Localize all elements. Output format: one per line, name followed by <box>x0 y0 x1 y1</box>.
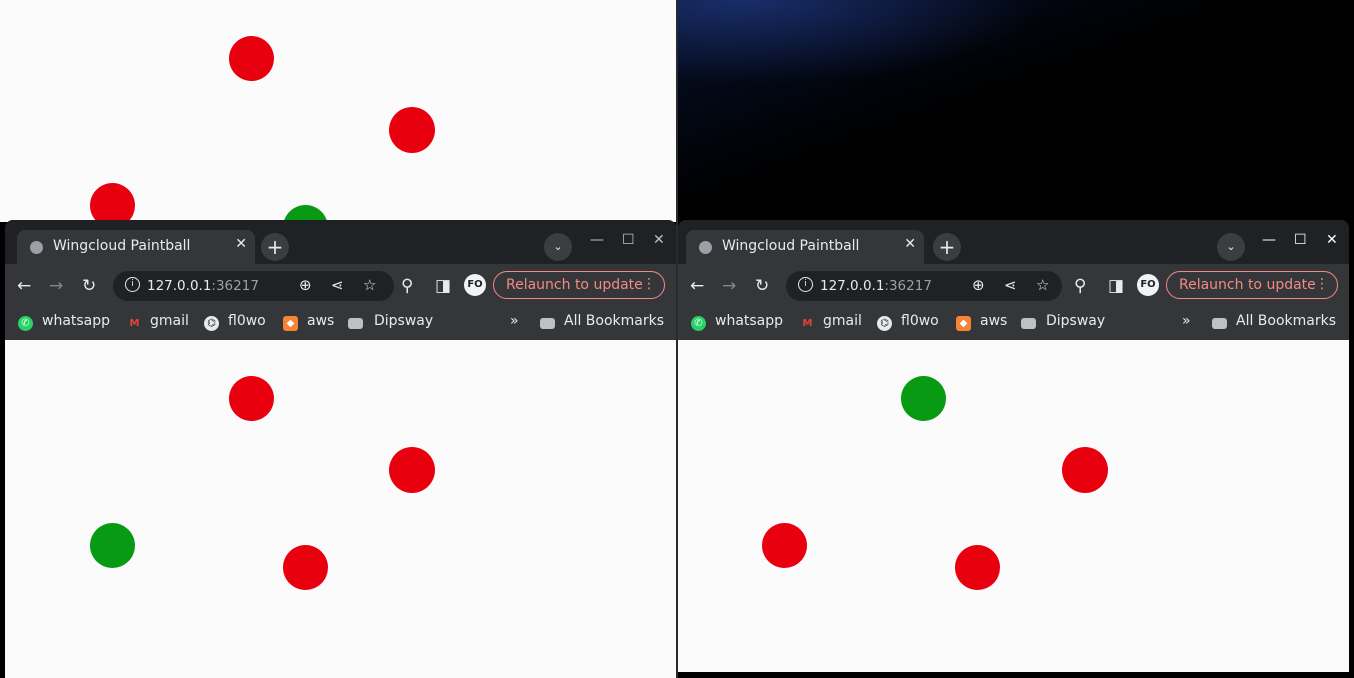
site-info-icon[interactable]: i <box>798 277 813 292</box>
browser-toolbar: ← → ↻ i 127.0.0.1:36217 ⊕ ⋖ ☆ ⚲ ◨ FO Rel… <box>678 264 1349 308</box>
bookmark-fl0wo[interactable]: fl0wo <box>228 313 266 329</box>
url-text: 127.0.0.1:36217 <box>147 278 259 294</box>
address-bar[interactable]: i 127.0.0.1:36217 ⊕ ⋖ ☆ <box>786 271 1062 301</box>
gmail-icon: M <box>802 318 813 329</box>
github-icon: ⌬ <box>204 316 219 331</box>
tab-close-icon[interactable]: ✕ <box>904 236 916 252</box>
tab-strip: Wingcloud Paintball ✕ + ⌄ — ☐ ✕ <box>5 220 676 264</box>
url-text: 127.0.0.1:36217 <box>820 278 932 294</box>
all-bookmarks[interactable]: All Bookmarks <box>564 313 664 329</box>
bookmark-star-icon[interactable]: ☆ <box>363 276 376 294</box>
tab-search-button[interactable]: ⌄ <box>544 233 572 261</box>
background-page-left <box>0 0 676 222</box>
folder-icon <box>1021 318 1036 329</box>
menu-more-icon[interactable]: ⋮ <box>642 276 656 292</box>
paintball-red-dot <box>1062 447 1108 493</box>
bookmarks-bar: ✆ whatsapp M gmail ⌬ fl0wo ◆ aws Dipsway… <box>678 308 1349 340</box>
paintball-red-dot <box>955 545 1000 590</box>
tab-title: Wingcloud Paintball <box>53 238 191 254</box>
page-viewport[interactable] <box>678 340 1349 672</box>
paintball-red-dot <box>229 36 274 81</box>
tab-search-button[interactable]: ⌄ <box>1217 233 1245 261</box>
all-bookmarks[interactable]: All Bookmarks <box>1236 313 1336 329</box>
profile-avatar[interactable]: FO <box>464 274 486 296</box>
minimize-icon[interactable]: — <box>590 232 604 248</box>
paintball-red-dot <box>389 447 435 493</box>
new-tab-button[interactable]: + <box>933 233 961 261</box>
aws-icon: ◆ <box>956 316 971 331</box>
maximize-icon[interactable]: ☐ <box>1294 232 1307 248</box>
relaunch-button[interactable]: Relaunch to update ⋮ <box>1166 271 1338 299</box>
paintball-red-dot <box>90 183 135 222</box>
bookmark-dipsway[interactable]: Dipsway <box>374 313 433 329</box>
bookmark-aws[interactable]: aws <box>307 313 334 329</box>
bookmark-gmail[interactable]: gmail <box>823 313 862 329</box>
close-window-icon[interactable]: ✕ <box>1326 232 1338 248</box>
new-tab-button[interactable]: + <box>261 233 289 261</box>
site-info-icon[interactable]: i <box>125 277 140 292</box>
bookmark-whatsapp[interactable]: whatsapp <box>42 313 110 329</box>
browser-window-left: Wingcloud Paintball ✕ + ⌄ — ☐ ✕ ← → ↻ i … <box>5 220 676 678</box>
desktop-wallpaper <box>678 0 1354 222</box>
aws-icon: ◆ <box>283 316 298 331</box>
bookmark-whatsapp[interactable]: whatsapp <box>715 313 783 329</box>
reload-icon[interactable]: ↻ <box>82 276 96 296</box>
minimize-icon[interactable]: — <box>1262 232 1276 248</box>
address-bar[interactable]: i 127.0.0.1:36217 ⊕ ⋖ ☆ <box>113 271 394 301</box>
forward-icon[interactable]: → <box>722 276 736 296</box>
paintball-green-dot <box>90 523 135 568</box>
page-viewport[interactable] <box>5 340 676 678</box>
globe-icon <box>699 241 712 254</box>
bookmarks-bar: ✆ whatsapp M gmail ⌬ fl0wo ◆ aws Dipsway… <box>5 308 676 340</box>
paintball-red-dot <box>283 545 328 590</box>
back-icon[interactable]: ← <box>690 276 704 296</box>
bookmarks-overflow-icon[interactable]: » <box>1182 313 1191 329</box>
profile-avatar[interactable]: FO <box>1137 274 1159 296</box>
maximize-icon[interactable]: ☐ <box>622 232 635 248</box>
folder-icon <box>1212 318 1227 329</box>
browser-tab[interactable]: Wingcloud Paintball ✕ <box>17 230 255 264</box>
github-icon: ⌬ <box>877 316 892 331</box>
browser-toolbar: ← → ↻ i 127.0.0.1:36217 ⊕ ⋖ ☆ ⚲ ◨ FO Rel… <box>5 264 676 308</box>
paintball-green-dot <box>901 376 946 421</box>
folder-icon <box>540 318 555 329</box>
bookmark-dipsway[interactable]: Dipsway <box>1046 313 1105 329</box>
folder-icon <box>348 318 363 329</box>
paintball-red-dot <box>229 376 274 421</box>
whatsapp-icon: ✆ <box>18 316 33 331</box>
browser-tab[interactable]: Wingcloud Paintball ✕ <box>686 230 924 264</box>
relaunch-label: Relaunch to update <box>1179 277 1316 293</box>
whatsapp-icon: ✆ <box>691 316 706 331</box>
zoom-icon[interactable]: ⊕ <box>972 276 985 294</box>
paintball-red-dot <box>762 523 807 568</box>
menu-more-icon[interactable]: ⋮ <box>1315 276 1329 292</box>
tab-title: Wingcloud Paintball <box>722 238 860 254</box>
gmail-icon: M <box>129 318 140 329</box>
forward-icon[interactable]: → <box>49 276 63 296</box>
bookmark-aws[interactable]: aws <box>980 313 1007 329</box>
share-icon[interactable]: ⋖ <box>331 276 344 294</box>
bookmark-gmail[interactable]: gmail <box>150 313 189 329</box>
extensions-icon[interactable]: ⚲ <box>401 276 413 296</box>
relaunch-label: Relaunch to update <box>506 277 643 293</box>
side-panel-icon[interactable]: ◨ <box>1108 276 1124 296</box>
bookmark-fl0wo[interactable]: fl0wo <box>901 313 939 329</box>
extensions-icon[interactable]: ⚲ <box>1074 276 1086 296</box>
browser-window-right: Wingcloud Paintball ✕ + ⌄ — ☐ ✕ ← → ↻ i … <box>678 220 1349 672</box>
relaunch-button[interactable]: Relaunch to update ⋮ <box>493 271 665 299</box>
bookmarks-overflow-icon[interactable]: » <box>510 313 519 329</box>
close-window-icon[interactable]: ✕ <box>653 232 665 248</box>
tab-close-icon[interactable]: ✕ <box>235 236 247 252</box>
share-icon[interactable]: ⋖ <box>1004 276 1017 294</box>
reload-icon[interactable]: ↻ <box>755 276 769 296</box>
bookmark-star-icon[interactable]: ☆ <box>1036 276 1049 294</box>
zoom-icon[interactable]: ⊕ <box>299 276 312 294</box>
side-panel-icon[interactable]: ◨ <box>435 276 451 296</box>
globe-icon <box>30 241 43 254</box>
back-icon[interactable]: ← <box>17 276 31 296</box>
paintball-red-dot <box>389 107 435 153</box>
tab-strip: Wingcloud Paintball ✕ + ⌄ — ☐ ✕ <box>678 220 1349 264</box>
